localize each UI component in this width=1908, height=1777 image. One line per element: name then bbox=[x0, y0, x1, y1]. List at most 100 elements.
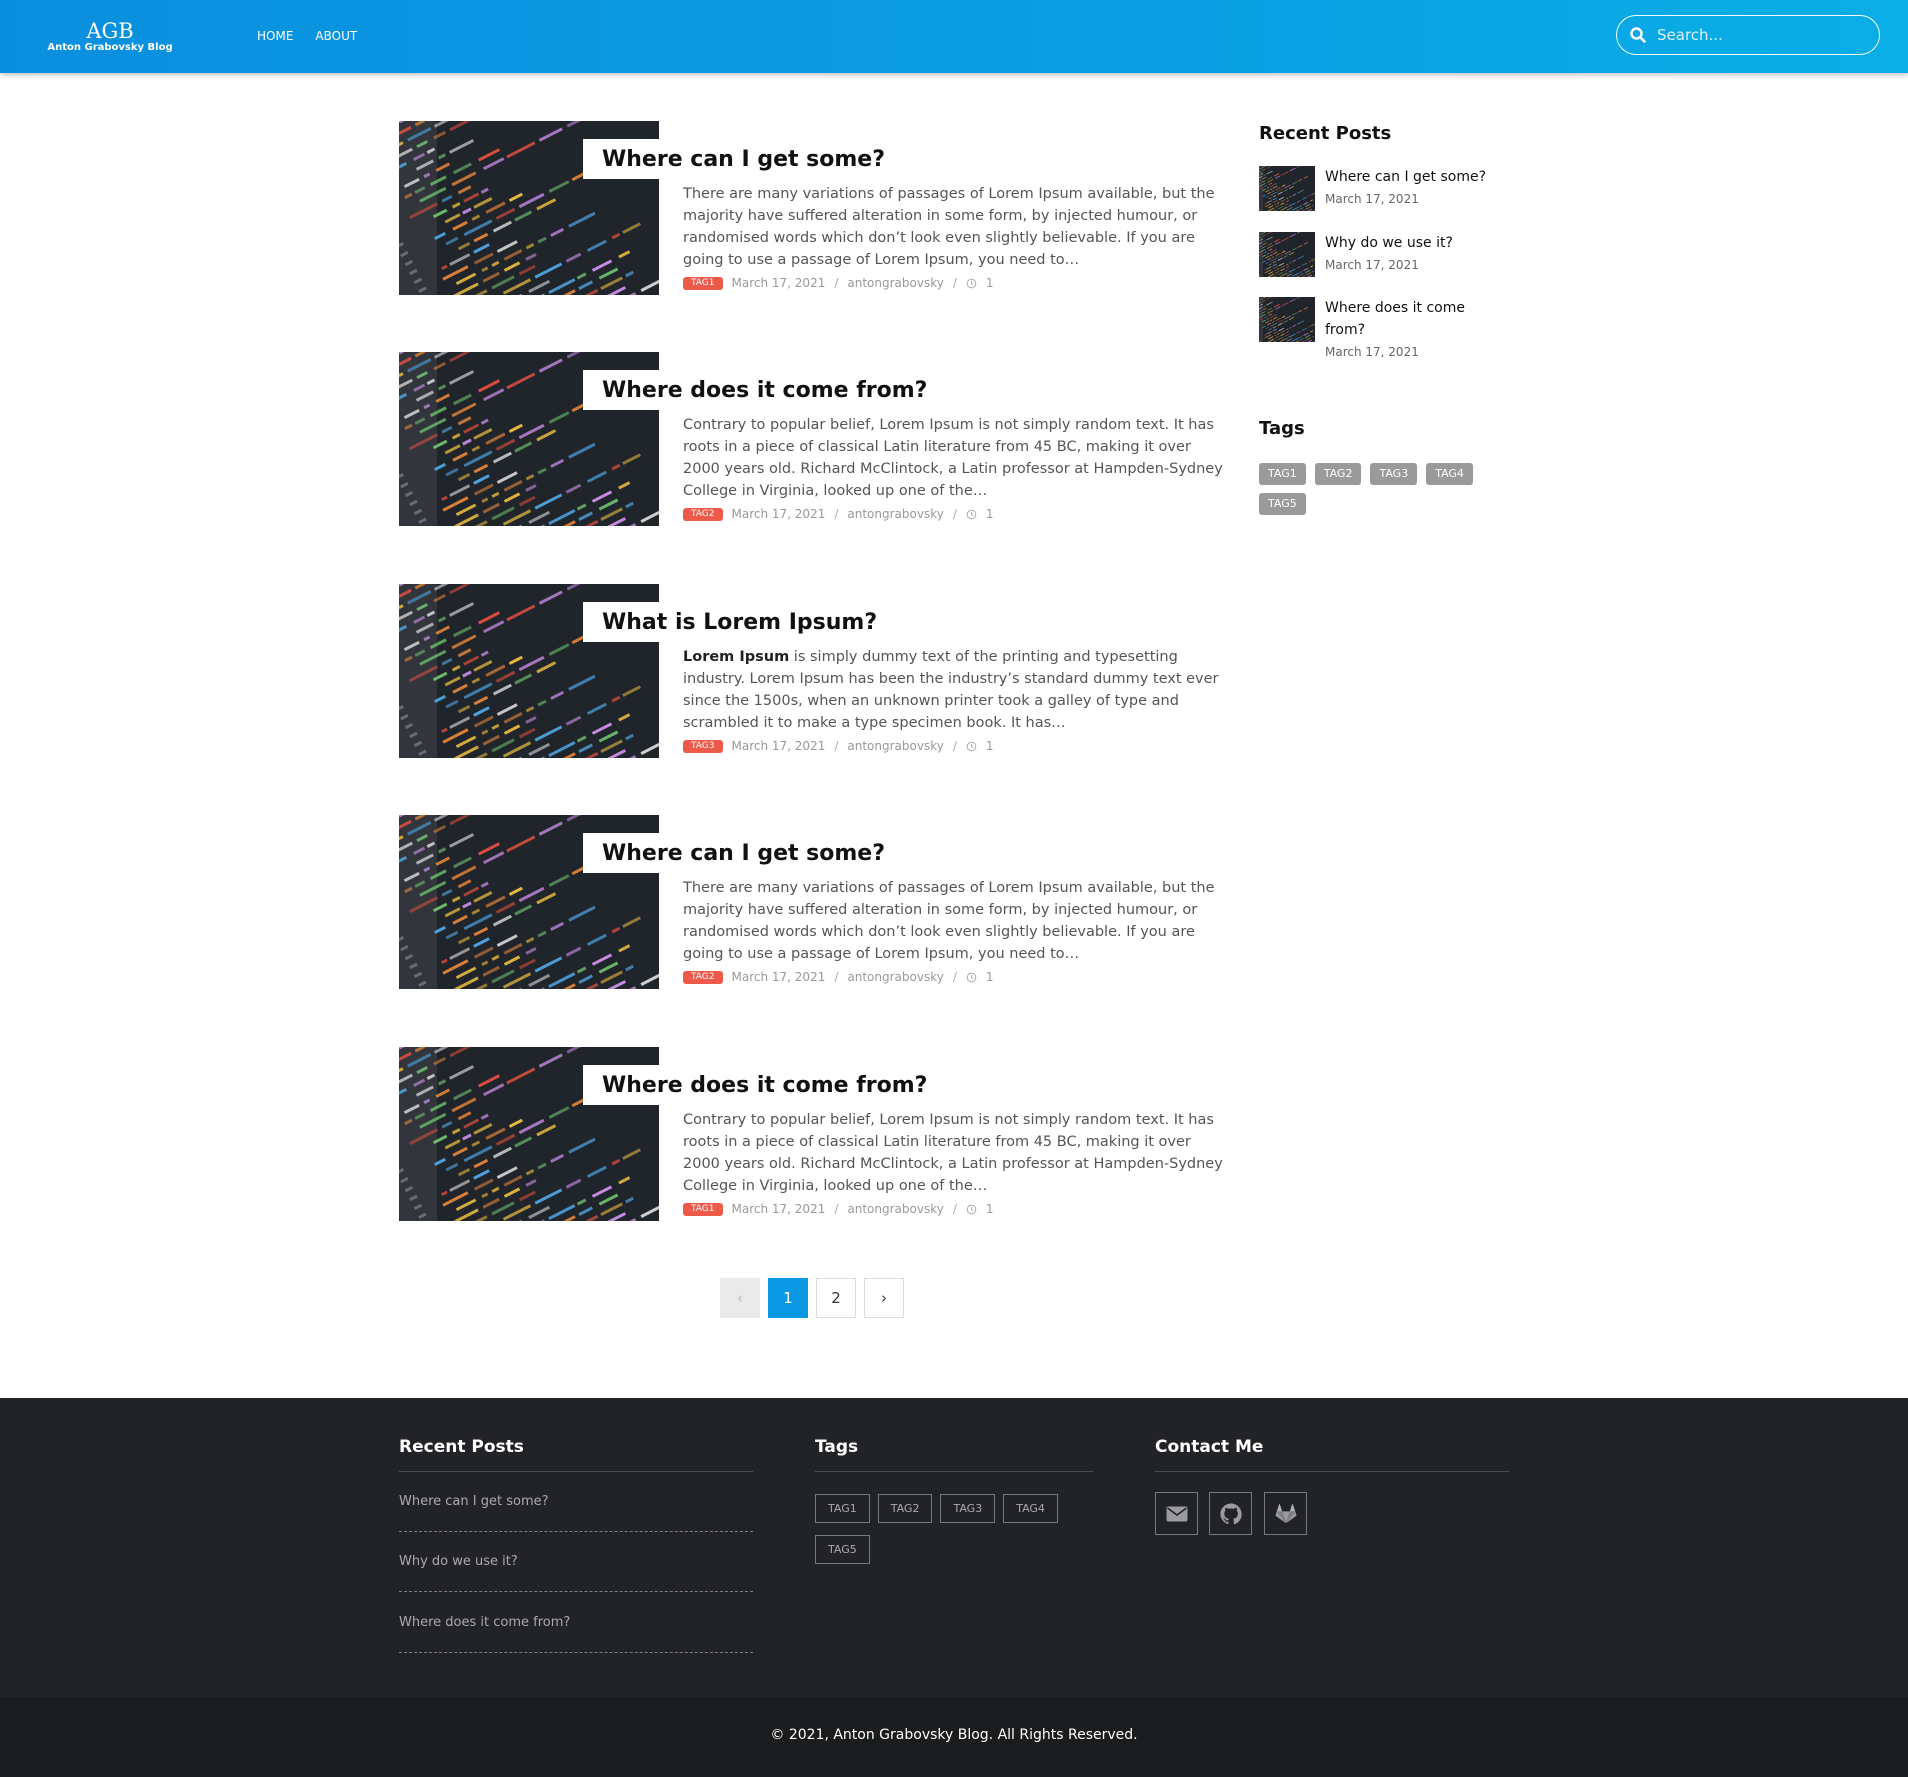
meta-separator: / bbox=[834, 507, 839, 521]
post-title[interactable]: Where can I get some? bbox=[602, 147, 885, 172]
sidebar-post-date: March 17, 2021 bbox=[1325, 258, 1419, 272]
page-1-button[interactable]: 1 bbox=[768, 1278, 808, 1318]
post-author[interactable]: antongrabovsky bbox=[847, 970, 943, 984]
post-tag[interactable]: TAG1 bbox=[683, 1202, 723, 1216]
search-box[interactable] bbox=[1616, 15, 1880, 55]
footer-divider bbox=[399, 1471, 753, 1472]
meta-separator: / bbox=[834, 970, 839, 984]
github-button[interactable] bbox=[1209, 1492, 1252, 1535]
post-views: 1 bbox=[985, 507, 994, 521]
meta-separator: / bbox=[952, 739, 957, 753]
footer-contact-heading: Contact Me bbox=[1155, 1437, 1264, 1457]
main-nav: HOME ABOUT bbox=[257, 29, 357, 43]
post-title[interactable]: What is Lorem Ipsum? bbox=[602, 610, 877, 635]
sidebar-post-title[interactable]: Where does it come from? bbox=[1325, 297, 1485, 341]
post-meta: TAG1 March 17, 2021 / antongrabovsky / 1 bbox=[683, 1202, 994, 1216]
site-header: AGB Anton Grabovsky Blog HOME ABOUT bbox=[0, 0, 1908, 73]
post-tag[interactable]: TAG2 bbox=[683, 970, 723, 984]
post-author[interactable]: antongrabovsky bbox=[847, 1202, 943, 1216]
post-tag[interactable]: TAG1 bbox=[683, 276, 723, 290]
sidebar-recent-item: Where can I get some? March 17, 2021 bbox=[1259, 166, 1509, 226]
post-meta: TAG3 March 17, 2021 / antongrabovsky / 1 bbox=[683, 739, 994, 753]
copyright-text: © 2021, Anton Grabovsky Blog. All Rights… bbox=[770, 1727, 1138, 1743]
post-author[interactable]: antongrabovsky bbox=[847, 739, 943, 753]
footer-dashed-divider bbox=[399, 1531, 753, 1532]
email-button[interactable] bbox=[1155, 1492, 1198, 1535]
post-title[interactable]: Where does it come from? bbox=[602, 1073, 927, 1098]
footer-tags-heading: Tags bbox=[815, 1437, 859, 1457]
search-input[interactable] bbox=[1657, 24, 1867, 46]
meta-separator: / bbox=[952, 507, 957, 521]
post-title[interactable]: Where can I get some? bbox=[602, 841, 885, 866]
post-date: March 17, 2021 bbox=[731, 276, 826, 290]
sidebar-tag[interactable]: TAG5 bbox=[1259, 493, 1306, 515]
sidebar-post-thumbnail[interactable] bbox=[1259, 232, 1315, 277]
post-card: Where does it come from? Contrary to pop… bbox=[399, 352, 1229, 526]
post-excerpt: There are many variations of passages of… bbox=[683, 186, 1215, 268]
post-views: 1 bbox=[985, 739, 994, 753]
meta-separator: / bbox=[834, 276, 839, 290]
sidebar-tag[interactable]: TAG3 bbox=[1370, 463, 1418, 485]
prev-page-button[interactable]: ‹ bbox=[720, 1278, 760, 1318]
footer-recent-heading: Recent Posts bbox=[399, 1437, 524, 1457]
footer-tag[interactable]: TAG5 bbox=[815, 1535, 870, 1564]
post-author[interactable]: antongrabovsky bbox=[847, 507, 943, 521]
sidebar-post-thumbnail[interactable] bbox=[1259, 166, 1315, 211]
footer-tag[interactable]: TAG4 bbox=[1003, 1494, 1058, 1523]
post-excerpt: Lorem Ipsum is simply dummy text of the … bbox=[683, 646, 1228, 734]
footer-dashed-divider bbox=[399, 1591, 753, 1592]
post-title[interactable]: Where does it come from? bbox=[602, 378, 927, 403]
post-card: What is Lorem Ipsum? Lorem Ipsum is simp… bbox=[399, 584, 1229, 758]
sidebar-post-date: March 17, 2021 bbox=[1325, 345, 1419, 359]
meta-separator: / bbox=[834, 739, 839, 753]
sidebar-post-thumbnail[interactable] bbox=[1259, 297, 1315, 342]
footer-dashed-divider bbox=[399, 1652, 753, 1653]
page-2-button[interactable]: 2 bbox=[816, 1278, 856, 1318]
sidebar-tags-heading: Tags bbox=[1259, 418, 1305, 439]
post-excerpt: Contrary to popular belief, Lorem Ipsum … bbox=[683, 417, 1223, 499]
post-views: 1 bbox=[985, 276, 994, 290]
search-icon[interactable] bbox=[1629, 26, 1647, 44]
post-author[interactable]: antongrabovsky bbox=[847, 276, 943, 290]
sidebar-tag[interactable]: TAG4 bbox=[1426, 463, 1473, 485]
sidebar-post-title[interactable]: Where can I get some? bbox=[1325, 166, 1505, 188]
logo-subtitle: Anton Grabovsky Blog bbox=[47, 42, 173, 53]
footer-tag[interactable]: TAG1 bbox=[815, 1494, 870, 1523]
sidebar-tag[interactable]: TAG2 bbox=[1314, 463, 1362, 485]
sidebar-recent-heading: Recent Posts bbox=[1259, 123, 1392, 144]
post-tag[interactable]: TAG3 bbox=[683, 739, 723, 753]
post-meta: TAG2 March 17, 2021 / antongrabovsky / 1 bbox=[683, 970, 994, 984]
post-excerpt: There are many variations of passages of… bbox=[683, 880, 1215, 962]
post-tag[interactable]: TAG2 bbox=[683, 507, 723, 521]
footer-recent-link[interactable]: Why do we use it? bbox=[399, 1554, 753, 1569]
footer-recent-link[interactable]: Where does it come from? bbox=[399, 1615, 753, 1630]
nav-home-link[interactable]: HOME bbox=[257, 29, 293, 43]
post-meta: TAG1 March 17, 2021 / antongrabovsky / 1 bbox=[683, 276, 994, 290]
post-title-box: Where can I get some? bbox=[583, 139, 903, 179]
sidebar-post-title[interactable]: Why do we use it? bbox=[1325, 232, 1505, 254]
gitlab-button[interactable] bbox=[1264, 1492, 1307, 1535]
post-date: March 17, 2021 bbox=[731, 1202, 826, 1216]
footer-divider bbox=[815, 1471, 1093, 1472]
site-logo[interactable]: AGB Anton Grabovsky Blog bbox=[46, 20, 174, 54]
sidebar-post-date: March 17, 2021 bbox=[1325, 192, 1419, 206]
meta-separator: / bbox=[834, 1202, 839, 1216]
footer-recent-link[interactable]: Where can I get some? bbox=[399, 1494, 753, 1509]
post-views: 1 bbox=[985, 1202, 994, 1216]
post-card: Where does it come from? Contrary to pop… bbox=[399, 1047, 1229, 1221]
footer-tag-list: TAG1 TAG2 TAG3 TAG4 TAG5 bbox=[815, 1494, 1105, 1564]
footer-tag[interactable]: TAG2 bbox=[877, 1494, 933, 1523]
sidebar-tag[interactable]: TAG1 bbox=[1259, 463, 1306, 485]
nav-about-link[interactable]: ABOUT bbox=[315, 29, 357, 43]
post-title-box: Where can I get some? bbox=[583, 833, 903, 873]
clock-icon bbox=[966, 509, 977, 519]
github-icon bbox=[1219, 1502, 1242, 1524]
gitlab-icon bbox=[1275, 1503, 1296, 1523]
meta-separator: / bbox=[952, 1202, 957, 1216]
clock-icon bbox=[966, 972, 977, 982]
post-title-box: Where does it come from? bbox=[583, 1065, 946, 1105]
footer-tag[interactable]: TAG3 bbox=[940, 1494, 996, 1523]
post-date: March 17, 2021 bbox=[731, 507, 826, 521]
logo-mark: AGB bbox=[86, 19, 134, 43]
next-page-button[interactable]: › bbox=[864, 1278, 904, 1318]
